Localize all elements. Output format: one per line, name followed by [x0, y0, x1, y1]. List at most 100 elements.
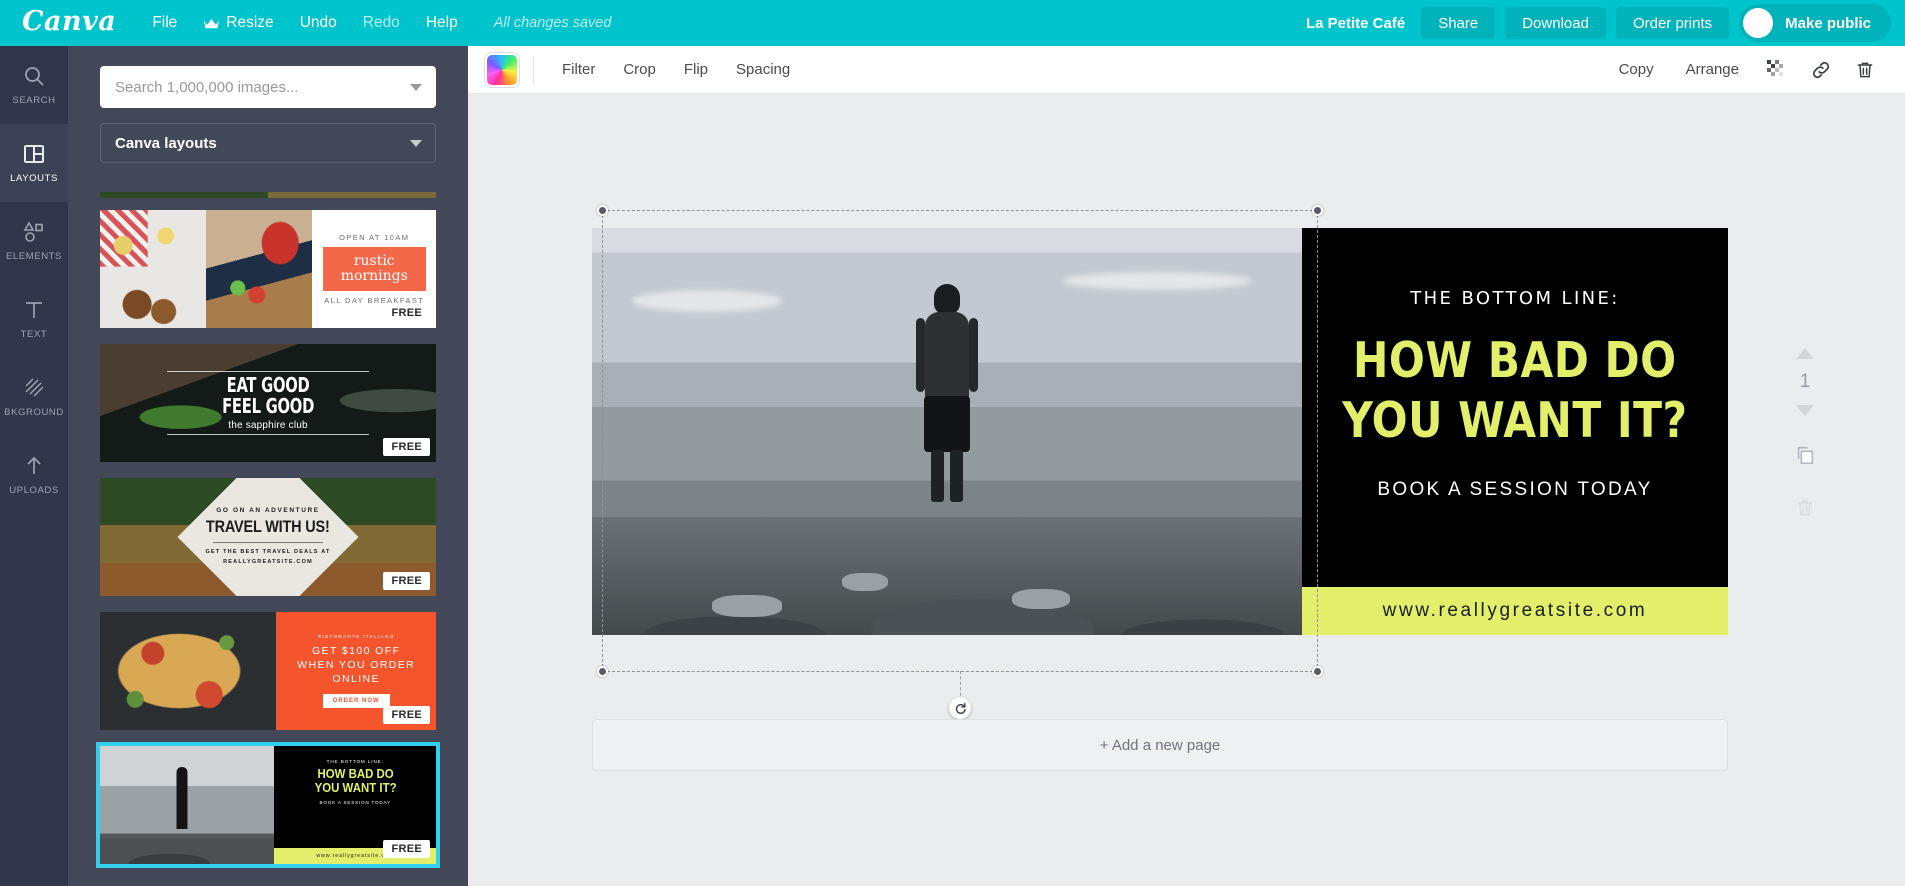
- arrange-button[interactable]: Arrange: [1672, 61, 1753, 78]
- list-item[interactable]: EAT GOOD FEEL GOOD the sapphire club FRE…: [100, 344, 436, 462]
- resize-handle-bottom-right[interactable]: [1312, 666, 1323, 677]
- color-picker-swatch[interactable]: [485, 53, 519, 87]
- resize-handle-top-left[interactable]: [597, 205, 608, 216]
- add-new-page-button[interactable]: + Add a new page: [592, 719, 1728, 771]
- document-title[interactable]: La Petite Café: [1306, 15, 1405, 32]
- menu-item-resize-label: Resize: [226, 14, 273, 32]
- head-shape: [934, 284, 960, 314]
- layout-category-label: Canva layouts: [115, 135, 217, 152]
- layout-title-line2: FEEL GOOD: [222, 396, 314, 416]
- delete-page-icon[interactable]: [1795, 497, 1815, 524]
- layout-line3: ONLINE: [297, 672, 415, 686]
- order-prints-button[interactable]: Order prints: [1616, 7, 1729, 39]
- sidebar-item-elements[interactable]: ELEMENTS: [0, 202, 68, 280]
- sidebar-item-text-label: TEXT: [21, 329, 48, 340]
- crown-icon: [203, 17, 220, 29]
- menu-item-undo[interactable]: Undo: [300, 14, 337, 32]
- sidebar-item-uploads-label: UPLOADS: [9, 485, 59, 496]
- design-url-bar[interactable]: www.reallygreatsite.com: [1302, 587, 1728, 635]
- status-badge: FREE: [383, 438, 430, 456]
- canvas-area[interactable]: THE BOTTOM LINE: HOW BAD DO YOU WANT IT?…: [468, 94, 1905, 886]
- arm-shape: [916, 318, 925, 392]
- sidebar-item-layouts-label: LAYOUTS: [10, 173, 58, 184]
- layout-title-line1: EAT GOOD: [222, 375, 314, 395]
- rotate-handle[interactable]: [949, 697, 971, 719]
- shorts-shape: [924, 396, 970, 452]
- make-public-toggle[interactable]: Make public: [1739, 4, 1891, 42]
- flip-button[interactable]: Flip: [670, 61, 722, 78]
- trash-icon[interactable]: [1845, 50, 1885, 90]
- sidebar-item-uploads[interactable]: UPLOADS: [0, 436, 68, 514]
- layout-title-line1: rustic: [323, 254, 426, 269]
- list-item-selected[interactable]: THE BOTTOM LINE: HOW BAD DO YOU WANT IT?…: [100, 746, 436, 864]
- resize-handle-top-right[interactable]: [1312, 205, 1323, 216]
- crop-button[interactable]: Crop: [609, 61, 670, 78]
- thumbnail-photo: [100, 746, 274, 864]
- layout-title: TRAVEL WITH US!: [206, 517, 330, 537]
- save-status: All changes saved: [494, 15, 612, 31]
- design-top-text[interactable]: THE BOTTOM LINE:: [1410, 288, 1620, 309]
- ground-shape: [592, 517, 1302, 635]
- list-item[interactable]: RISTORANTE ITALIANO GET $100 OFF WHEN YO…: [100, 612, 436, 730]
- spacing-button[interactable]: Spacing: [722, 61, 804, 78]
- sidebar-item-search[interactable]: SEARCH: [0, 46, 68, 124]
- layout-line2: WHEN YOU ORDER: [297, 658, 415, 672]
- sidebar-item-elements-label: ELEMENTS: [6, 251, 62, 262]
- design-photo[interactable]: [592, 228, 1302, 635]
- resize-handle-bottom-left[interactable]: [597, 666, 608, 677]
- list-item[interactable]: OPEN AT 10AM rustic mornings ALL DAY BRE…: [100, 210, 436, 328]
- make-public-label: Make public: [1785, 15, 1871, 32]
- menu-item-file[interactable]: File: [152, 14, 177, 32]
- menu-item-help[interactable]: Help: [426, 14, 458, 32]
- move-up-icon[interactable]: [1796, 348, 1814, 359]
- menu-item-help-label: Help: [426, 14, 458, 32]
- left-rail: SEARCH LAYOUTS ELEMENTS TEXT: [0, 46, 68, 886]
- link-icon[interactable]: [1801, 50, 1841, 90]
- layout-thumbnail-list[interactable]: OPEN AT 10AM rustic mornings ALL DAY BRE…: [68, 192, 468, 886]
- arm-shape: [969, 318, 978, 392]
- status-badge: FREE: [383, 840, 430, 858]
- layout-text-top: OPEN AT 10AM: [339, 233, 409, 242]
- layout-text-top: RISTORANTE ITALIANO: [318, 634, 395, 639]
- cloud-shape: [1062, 272, 1252, 290]
- layout-text-top: GO ON AN ADVENTURE: [195, 507, 341, 514]
- menu-item-redo[interactable]: Redo: [363, 14, 400, 32]
- design-cta-text[interactable]: BOOK A SESSION TODAY: [1377, 479, 1652, 501]
- background-icon: [22, 376, 46, 400]
- rotate-stem: [960, 671, 961, 701]
- menu-item-undo-label: Undo: [300, 14, 337, 32]
- layout-line1: GET $100 OFF: [297, 644, 415, 658]
- list-item[interactable]: [100, 192, 436, 198]
- design-headline[interactable]: HOW BAD DO YOU WANT IT?: [1342, 331, 1687, 451]
- menu-item-resize[interactable]: Resize: [203, 14, 273, 32]
- design-text-panel[interactable]: THE BOTTOM LINE: HOW BAD DO YOU WANT IT?…: [1302, 228, 1728, 635]
- chevron-down-icon[interactable]: [410, 84, 422, 91]
- divider: [167, 371, 369, 372]
- divider: [167, 434, 369, 435]
- duplicate-page-icon[interactable]: [1794, 444, 1816, 471]
- transparency-icon[interactable]: [1757, 50, 1797, 90]
- copy-button[interactable]: Copy: [1605, 61, 1668, 78]
- sidebar-item-background[interactable]: BKGROUND: [0, 358, 68, 436]
- leg-shape: [950, 450, 963, 502]
- layout-title-line1: HOW BAD DO: [314, 767, 396, 781]
- share-button[interactable]: Share: [1421, 7, 1495, 39]
- menu-item-file-label: File: [152, 14, 177, 32]
- person-silhouette: [918, 284, 976, 499]
- design-page[interactable]: THE BOTTOM LINE: HOW BAD DO YOU WANT IT?…: [592, 228, 1728, 635]
- chevron-down-icon[interactable]: [410, 140, 422, 147]
- search-box[interactable]: [100, 66, 436, 108]
- canva-logo[interactable]: Canva: [22, 8, 116, 39]
- rock-shape: [712, 595, 782, 617]
- move-down-icon[interactable]: [1796, 405, 1814, 416]
- download-button[interactable]: Download: [1505, 7, 1606, 39]
- list-item[interactable]: GO ON AN ADVENTURE TRAVEL WITH US! GET T…: [100, 478, 436, 596]
- search-area: [68, 46, 468, 108]
- filter-button[interactable]: Filter: [548, 61, 609, 78]
- layout-category-dropdown[interactable]: Canva layouts: [100, 123, 436, 163]
- layout-text-top: THE BOTTOM LINE:: [327, 759, 384, 764]
- search-input[interactable]: [100, 66, 436, 108]
- sidebar-item-text[interactable]: TEXT: [0, 280, 68, 358]
- sidebar-item-layouts[interactable]: LAYOUTS: [0, 124, 68, 202]
- layout-text-bottom-1: GET THE BEST TRAVEL DEALS AT: [195, 548, 341, 557]
